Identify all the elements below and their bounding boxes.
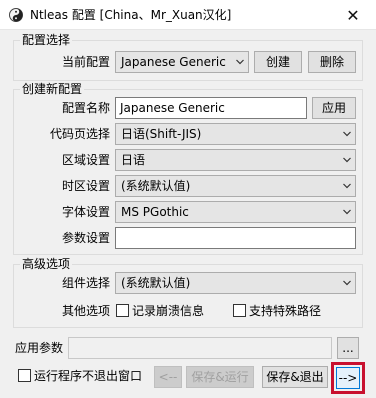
current-config-value: Japanese Generic — [121, 55, 226, 69]
save-run-button[interactable]: 保存&运行 — [186, 366, 254, 388]
app-icon — [9, 8, 23, 22]
special-path-label[interactable]: 支持特殊路径 — [249, 303, 321, 319]
back-button[interactable]: <-- — [154, 366, 182, 388]
chevron-down-icon — [343, 183, 351, 189]
timezone-value: (系统默认值) — [121, 179, 191, 193]
keep-running-checkbox[interactable] — [18, 369, 31, 382]
close-button[interactable]: ✕ — [330, 0, 376, 30]
apply-button[interactable]: 应用 — [312, 97, 356, 119]
highlight-box — [331, 362, 365, 394]
current-config-label: 当前配置 — [62, 55, 111, 69]
log-crash-label[interactable]: 记录崩溃信息 — [132, 303, 204, 319]
component-label: 组件选择 — [62, 276, 111, 290]
chevron-down-icon — [343, 280, 351, 286]
chevron-down-icon — [343, 131, 351, 137]
chevron-down-icon — [343, 157, 351, 163]
font-dropdown[interactable]: MS PGothic — [115, 201, 356, 223]
config-select-group-label: 配置选择 — [20, 32, 73, 48]
timezone-dropdown[interactable]: (系统默认值) — [115, 175, 356, 197]
params-label: 参数设置 — [62, 231, 111, 245]
config-name-value: Japanese Generic — [120, 101, 225, 115]
region-value: 日语 — [121, 153, 146, 167]
component-value: (系统默认值) — [121, 276, 191, 290]
component-dropdown[interactable]: (系统默认值) — [115, 272, 356, 294]
delete-button[interactable]: 删除 — [308, 51, 356, 73]
log-crash-checkbox[interactable] — [116, 304, 129, 317]
title-bar: Ntleas 配置 [China、Mr_Xuan汉化] ✕ — [0, 0, 376, 30]
save-exit-button[interactable]: 保存&退出 — [262, 366, 328, 388]
params-input[interactable] — [115, 227, 356, 249]
app-params-input[interactable] — [68, 337, 332, 359]
app-params-label: 应用参数 — [15, 341, 64, 355]
codepage-label: 代码页选择 — [50, 127, 111, 141]
timezone-label: 时区设置 — [62, 179, 111, 193]
keep-running-label[interactable]: 运行程序不退出窗口 — [34, 368, 142, 384]
create-config-group-label: 创建新配置 — [20, 81, 85, 97]
advanced-group-label: 高级选项 — [20, 256, 73, 272]
codepage-dropdown[interactable]: 日语(Shift-JIS) — [115, 123, 356, 145]
chevron-down-icon — [343, 209, 351, 215]
codepage-value: 日语(Shift-JIS) — [121, 127, 202, 141]
advanced-group: 高级选项 组件选择 (系统默认值) 其他选项 记录崩溃信息 支持特殊路径 — [13, 256, 363, 328]
font-value: MS PGothic — [121, 205, 189, 219]
create-config-group: 创建新配置 配置名称 Japanese Generic 应用 代码页选择 日语(… — [13, 81, 363, 255]
current-config-dropdown[interactable]: Japanese Generic — [115, 51, 249, 73]
config-name-label: 配置名称 — [62, 101, 111, 115]
region-dropdown[interactable]: 日语 — [115, 149, 356, 171]
config-select-group: 配置选择 当前配置 Japanese Generic 创建 删除 — [13, 32, 363, 81]
chevron-down-icon — [236, 59, 244, 65]
special-path-checkbox[interactable] — [233, 304, 246, 317]
close-icon: ✕ — [346, 5, 360, 25]
config-name-input[interactable]: Japanese Generic — [115, 97, 307, 119]
dialog-client: 配置选择 当前配置 Japanese Generic 创建 删除 创建新配置 配… — [0, 30, 376, 398]
browse-button[interactable]: ... — [337, 337, 359, 359]
create-button[interactable]: 创建 — [254, 51, 302, 73]
font-label: 字体设置 — [62, 205, 111, 219]
window-title: Ntleas 配置 [China、Mr_Xuan汉化] — [30, 8, 232, 22]
region-label: 区域设置 — [62, 153, 111, 167]
other-options-label: 其他选项 — [62, 304, 111, 318]
